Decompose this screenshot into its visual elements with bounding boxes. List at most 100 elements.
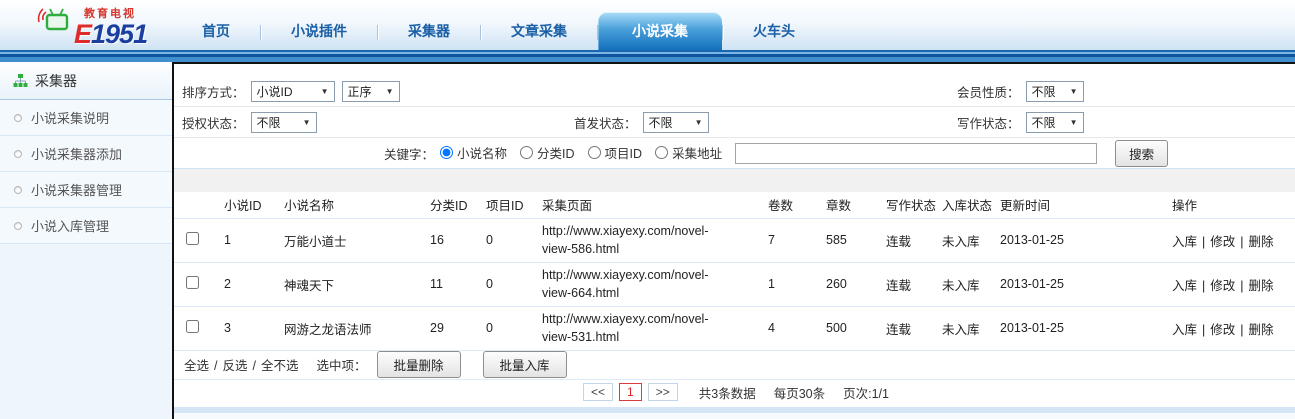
action-separator: |	[1240, 234, 1244, 249]
batch-actions-bar: 全选 / 反选 / 全不选 选中项： 批量删除 批量入库	[174, 351, 1295, 380]
updated-cell: 2013-01-25	[1000, 233, 1064, 247]
column-header: 更新时间	[1000, 199, 1051, 214]
nav-tab-1[interactable]: 首页	[172, 13, 260, 50]
project-id-cell: 0	[486, 233, 493, 247]
row-checkbox[interactable]	[186, 320, 199, 333]
action-separator: |	[1240, 322, 1244, 337]
nav-tab-4[interactable]: 文章采集	[481, 13, 597, 50]
store-status-cell: 未入库	[942, 234, 980, 249]
action-separator: |	[1202, 234, 1206, 249]
keyword-input[interactable]	[735, 142, 1098, 164]
bullet-icon	[14, 149, 22, 158]
logo: 教育电视 E1951	[0, 2, 172, 50]
member-type-select[interactable]: 不限 ▼	[1025, 80, 1084, 102]
select-link-separator: /	[252, 359, 256, 373]
column-header: 项目ID	[486, 199, 524, 214]
select-link-2[interactable]: 反选	[223, 359, 248, 373]
member-type-label: 会员性质：	[957, 85, 1020, 100]
current-page-indicator[interactable]: 1	[619, 383, 642, 401]
novel-table: 小说ID 小说名称 分类ID 项目ID 采集页面 卷数 章数 写作状态 入库状态 更新时间 操作 1…	[174, 192, 1295, 351]
batch-delete-button[interactable]: 批量删除	[376, 351, 461, 378]
project-id-cell: 0	[486, 321, 493, 335]
row-checkbox[interactable]	[186, 276, 199, 289]
filter-row-keyword: 关键字： 小说名称 分类ID 项目ID 采集地址 搜索	[174, 138, 1295, 169]
table-row: 2 神魂天下 11 0 http://www.xiayexy.com/novel-vie…	[174, 262, 1295, 306]
select-link-1[interactable]: 全选	[184, 359, 209, 373]
keyword-radio[interactable]	[520, 145, 534, 159]
sidebar-item-label: 小说采集器添加	[31, 147, 123, 162]
keyword-radio-option-1[interactable]: 小说名称	[440, 143, 507, 162]
action-separator: |	[1240, 278, 1244, 293]
first-publish-select[interactable]: 不限 ▼	[642, 111, 709, 133]
column-header: 小说名称	[284, 199, 335, 214]
chapters-cell: 585	[826, 233, 847, 247]
action-link-3[interactable]: 删除	[1249, 235, 1274, 249]
novel-name-cell: 神魂天下	[284, 278, 335, 293]
nav-tab-5[interactable]: 小说采集	[598, 12, 722, 50]
column-header: 入库状态	[942, 199, 993, 214]
action-link-3[interactable]: 删除	[1249, 279, 1274, 293]
keyword-radio-option-4[interactable]: 采集地址	[655, 143, 722, 162]
first-publish-label: 首发状态：	[574, 116, 637, 131]
nav-tab-2[interactable]: 小说插件	[261, 13, 377, 50]
batch-store-button[interactable]: 批量入库	[482, 351, 567, 378]
source-url: http://www.xiayexy.com/novel-view-586.ht…	[542, 223, 709, 256]
select-link-3[interactable]: 全不选	[261, 359, 299, 373]
row-checkbox[interactable]	[186, 232, 199, 245]
actions-cell: 入库 | 修改 | 删除	[1170, 306, 1295, 350]
action-link-1[interactable]: 入库	[1172, 235, 1197, 249]
actions-cell: 入库 | 修改 | 删除	[1170, 218, 1295, 262]
action-link-3[interactable]: 删除	[1249, 323, 1274, 337]
filter-row-sort: 排序方式： 小说ID ▼ 正序 ▼ 会员性质： 不限 ▼	[174, 76, 1295, 107]
sort-order-select[interactable]: 正序 ▼	[341, 80, 400, 102]
row-select-cell	[174, 262, 222, 306]
keyword-radio-group: 小说名称 分类ID 项目ID 采集地址	[440, 143, 735, 164]
column-header: 卷数	[768, 199, 794, 214]
novel-id-cell: 1	[224, 233, 231, 247]
keyword-radio-label: 项目ID	[604, 146, 643, 161]
filter-section: 排序方式： 小说ID▼ 正序▼ 会员性质： 不限▼ 授权状态： 不限▼	[174, 64, 1295, 169]
action-link-2[interactable]: 修改	[1210, 235, 1235, 249]
keyword-radio[interactable]	[655, 145, 669, 159]
volumes-cell: 1	[768, 277, 775, 291]
sidebar-item-1[interactable]: 小说采集说明	[0, 100, 172, 136]
next-page-button[interactable]: >>	[647, 383, 678, 401]
action-link-1[interactable]: 入库	[1172, 279, 1197, 293]
volumes-cell: 7	[768, 233, 775, 247]
prev-page-button[interactable]: <<	[583, 383, 614, 401]
sidebar-item-2[interactable]: 小说采集器添加	[0, 136, 172, 172]
auth-status-select[interactable]: 不限 ▼	[250, 111, 317, 133]
bullet-icon	[14, 185, 22, 194]
action-link-2[interactable]: 修改	[1210, 279, 1235, 293]
select-links: 全选 / 反选 / 全不选	[184, 355, 299, 374]
keyword-radio[interactable]	[440, 145, 454, 159]
action-link-1[interactable]: 入库	[1172, 323, 1197, 337]
store-status-cell: 未入库	[942, 322, 980, 337]
updated-cell: 2013-01-25	[1000, 321, 1064, 335]
writing-status-select[interactable]: 不限 ▼	[1025, 111, 1084, 133]
source-url: http://www.xiayexy.com/novel-view-531.ht…	[542, 311, 709, 344]
sidebar-item-3[interactable]: 小说采集器管理	[0, 172, 172, 208]
keyword-radio[interactable]	[587, 145, 601, 159]
writing-status-cell: 连载	[886, 234, 912, 249]
nav-tab-3[interactable]: 采集器	[378, 13, 480, 50]
sidebar-item-4[interactable]: 小说入库管理	[0, 208, 172, 244]
per-page-label: 每页30条	[773, 386, 826, 401]
sidebar-item-label: 小说入库管理	[31, 219, 110, 234]
page-info-label: 页次:1/1	[843, 386, 889, 401]
sidebar-item-label: 小说采集说明	[31, 111, 110, 126]
keyword-radio-option-2[interactable]: 分类ID	[520, 143, 575, 162]
table-header: 小说ID 小说名称 分类ID 项目ID 采集页面 卷数 章数 写作状态 入库状态 更新时间 操作	[174, 192, 1295, 218]
keyword-radio-option-3[interactable]: 项目ID	[587, 143, 643, 162]
nav-tab-6[interactable]: 火车头	[723, 13, 825, 50]
writing-status-label: 写作状态：	[957, 116, 1020, 131]
filter-row-status: 授权状态： 不限 ▼ 首发状态： 不限 ▼ 写作状态： 不限 ▼	[174, 107, 1295, 138]
store-status-cell: 未入库	[942, 278, 980, 293]
action-link-2[interactable]: 修改	[1210, 323, 1235, 337]
column-header: 采集页面	[542, 199, 593, 214]
selected-items-label: 选中项：	[316, 359, 367, 373]
content-tail	[174, 412, 1295, 419]
sort-field-select[interactable]: 小说ID ▼	[250, 80, 335, 102]
search-button[interactable]: 搜索	[1115, 139, 1169, 167]
row-select-cell	[174, 218, 222, 262]
